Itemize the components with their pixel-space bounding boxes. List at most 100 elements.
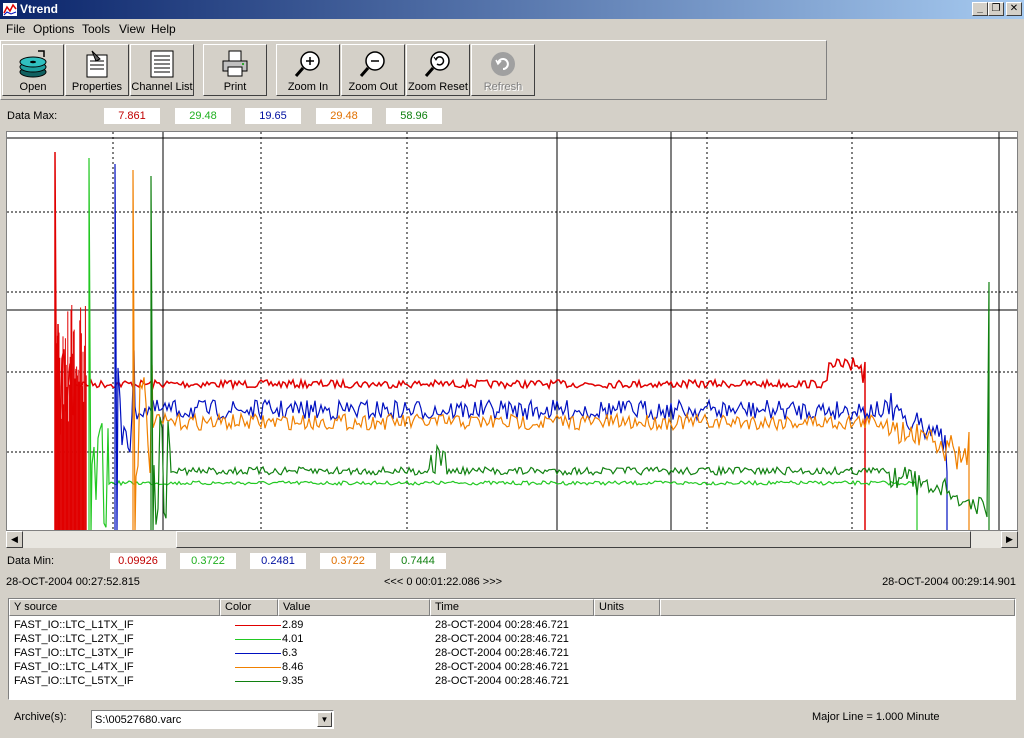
- menu-view[interactable]: View: [119, 22, 145, 36]
- major-line-status: Major Line = 1.000 Minute: [812, 711, 940, 723]
- disk-stack-icon: [19, 50, 47, 78]
- vtrend-app-icon: [3, 3, 17, 16]
- data-max-value-4: 29.48: [316, 108, 372, 124]
- col-header-blank: [660, 599, 1015, 616]
- col-header-y-source[interactable]: Y source: [9, 599, 220, 616]
- trend-series-line-3: [114, 163, 948, 530]
- table-row[interactable]: FAST_IO::LTC_L4TX_IF 8.46 28-OCT-2004 00…: [9, 660, 1009, 674]
- menu-help[interactable]: Help: [151, 22, 176, 36]
- print-label: Print: [223, 81, 247, 93]
- plot-traces: [54, 151, 990, 530]
- zoom-reset-icon: [424, 51, 450, 77]
- print-button[interactable]: Print: [203, 44, 267, 96]
- title-bar: Vtrend _ ❐ ✕: [0, 0, 1024, 19]
- minimize-button[interactable]: _: [972, 2, 988, 16]
- col-header-units[interactable]: Units: [594, 599, 660, 616]
- data-min-value-4: 0.3722: [320, 553, 376, 569]
- trend-series-line-4: [132, 169, 970, 530]
- row-value: 9.35: [282, 675, 304, 687]
- properties-icon: [86, 50, 108, 78]
- time-scrollbar[interactable]: ◀ ▶: [6, 531, 1018, 548]
- data-min-value-5: 0.7444: [390, 553, 446, 569]
- data-max-value-1: 7.861: [104, 108, 160, 124]
- menu-file[interactable]: File: [6, 22, 25, 36]
- archive-row: Archive(s): S:\00527680.varc ▼ Major Lin…: [0, 706, 1024, 734]
- channel-list-icon: [150, 50, 174, 78]
- trend-series-line-2: [88, 157, 918, 530]
- row-value: 2.89: [282, 619, 304, 631]
- start-time: 28-OCT-2004 00:27:52.815: [6, 576, 140, 588]
- data-min-label: Data Min:: [7, 555, 55, 567]
- data-max-row: Data Max: 7.861 29.48 19.65 29.48 58.96: [0, 107, 1024, 127]
- row-color-swatch: [235, 653, 281, 654]
- row-source: FAST_IO::LTC_L3TX_IF: [14, 647, 134, 659]
- toolbar: Open Properties Channel List Print Zoom …: [0, 40, 827, 100]
- zoom-in-icon: [294, 51, 320, 77]
- table-row[interactable]: FAST_IO::LTC_L1TX_IF 2.89 28-OCT-2004 00…: [9, 618, 1009, 632]
- row-value: 4.01: [282, 633, 304, 645]
- row-time: 28-OCT-2004 00:28:46.721: [435, 661, 569, 673]
- chevron-down-icon[interactable]: ▼: [317, 712, 332, 727]
- table-row[interactable]: FAST_IO::LTC_L2TX_IF 4.01 28-OCT-2004 00…: [9, 632, 1009, 646]
- row-source: FAST_IO::LTC_L4TX_IF: [14, 661, 134, 673]
- zoom-reset-button[interactable]: Zoom Reset: [406, 44, 470, 96]
- properties-button[interactable]: Properties: [65, 44, 129, 96]
- menu-tools[interactable]: Tools: [82, 22, 110, 36]
- refresh-icon: [491, 52, 515, 76]
- zoom-in-label: Zoom In: [287, 81, 329, 93]
- open-button[interactable]: Open: [2, 44, 64, 96]
- row-value: 6.3: [282, 647, 298, 659]
- refresh-label: Refresh: [483, 81, 523, 93]
- data-max-value-5: 58.96: [386, 108, 442, 124]
- col-header-value[interactable]: Value: [278, 599, 430, 616]
- channel-list-label: Channel List: [131, 81, 193, 93]
- col-header-color[interactable]: Color: [220, 599, 278, 616]
- table-row[interactable]: FAST_IO::LTC_L5TX_IF 9.35 28-OCT-2004 00…: [9, 674, 1009, 688]
- end-time: 28-OCT-2004 00:29:14.901: [882, 576, 1016, 588]
- channel-list-button[interactable]: Channel List: [130, 44, 194, 96]
- time-range-row: 28-OCT-2004 00:27:52.815 <<< 0 00:01:22.…: [0, 574, 1024, 590]
- channel-table: Y source Color Value Time Units FAST_IO:…: [8, 598, 1016, 700]
- scroll-left-arrow[interactable]: ◀: [6, 531, 23, 548]
- refresh-button[interactable]: Refresh: [471, 44, 535, 96]
- zoom-out-icon: [359, 51, 385, 77]
- close-button[interactable]: ✕: [1006, 2, 1022, 16]
- data-min-value-1: 0.09926: [110, 553, 166, 569]
- trend-plot-canvas[interactable]: [7, 132, 1018, 531]
- time-span[interactable]: <<< 0 00:01:22.086 >>>: [384, 576, 502, 588]
- data-min-row: Data Min: 0.09926 0.3722 0.2481 0.3722 0…: [0, 552, 1024, 572]
- row-source: FAST_IO::LTC_L1TX_IF: [14, 619, 134, 631]
- data-min-value-2: 0.3722: [180, 553, 236, 569]
- scroll-right-arrow[interactable]: ▶: [1001, 531, 1018, 548]
- col-header-time[interactable]: Time: [430, 599, 594, 616]
- open-label: Open: [19, 81, 47, 93]
- properties-label: Properties: [71, 81, 123, 93]
- table-row[interactable]: FAST_IO::LTC_L3TX_IF 6.3 28-OCT-2004 00:…: [9, 646, 1009, 660]
- data-max-value-2: 29.48: [175, 108, 231, 124]
- menu-options[interactable]: Options: [33, 22, 74, 36]
- archive-select-value: S:\00527680.varc: [95, 714, 182, 726]
- data-max-value-3: 19.65: [245, 108, 301, 124]
- row-color-swatch: [235, 667, 281, 668]
- row-color-swatch: [235, 681, 281, 682]
- trend-series-line-1: [54, 151, 866, 530]
- row-time: 28-OCT-2004 00:28:46.721: [435, 619, 569, 631]
- scroll-thumb[interactable]: [176, 531, 971, 548]
- zoom-out-button[interactable]: Zoom Out: [341, 44, 405, 96]
- row-source: FAST_IO::LTC_L2TX_IF: [14, 633, 134, 645]
- archive-select[interactable]: S:\00527680.varc ▼: [91, 710, 334, 729]
- row-time: 28-OCT-2004 00:28:46.721: [435, 633, 569, 645]
- row-source: FAST_IO::LTC_L5TX_IF: [14, 675, 134, 687]
- data-max-label: Data Max:: [7, 110, 58, 122]
- row-time: 28-OCT-2004 00:28:46.721: [435, 675, 569, 687]
- zoom-in-button[interactable]: Zoom In: [276, 44, 340, 96]
- window-title: Vtrend: [20, 2, 59, 16]
- row-time: 28-OCT-2004 00:28:46.721: [435, 647, 569, 659]
- trend-plot[interactable]: [6, 131, 1018, 531]
- printer-icon: [222, 50, 248, 77]
- trend-series-line-5: [150, 175, 990, 530]
- zoom-reset-label: Zoom Reset: [408, 81, 468, 93]
- data-min-value-3: 0.2481: [250, 553, 306, 569]
- row-color-swatch: [235, 625, 281, 626]
- restore-button[interactable]: ❐: [988, 2, 1004, 16]
